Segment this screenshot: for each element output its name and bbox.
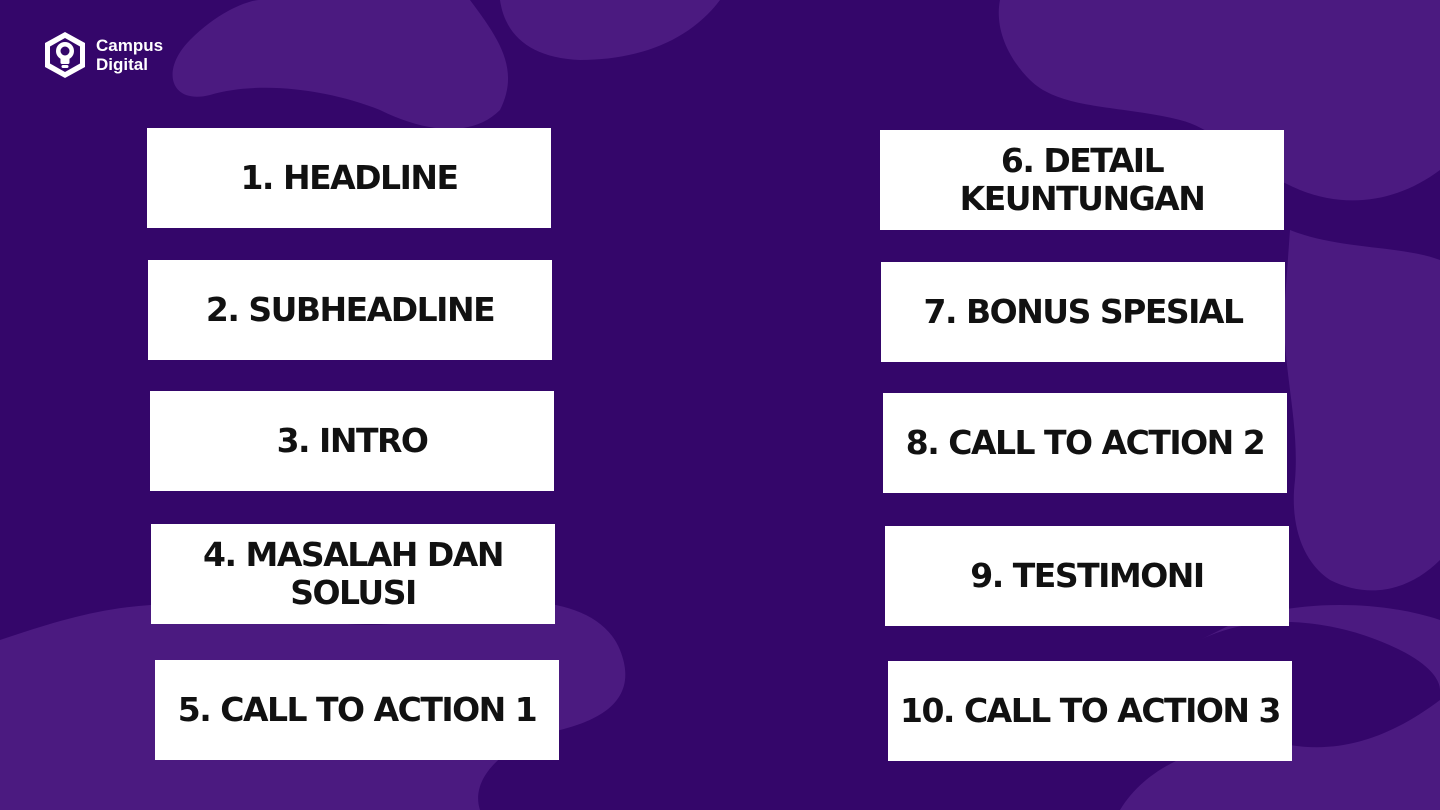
item-label: 4. MASALAH DAN SOLUSI: [203, 535, 504, 612]
item-card-2[interactable]: 2. SUBHEADLINE: [148, 260, 552, 360]
lightbulb-hexagon-icon: [45, 32, 85, 78]
item-card-10[interactable]: 10. CALL TO ACTION 3: [888, 661, 1292, 761]
item-card-1[interactable]: 1. HEADLINE: [147, 128, 551, 228]
item-label: 1. HEADLINE: [240, 158, 459, 197]
item-label: 3. INTRO: [276, 421, 429, 460]
item-card-4[interactable]: 4. MASALAH DAN SOLUSI: [151, 524, 555, 624]
item-label: 7. BONUS SPESIAL: [923, 292, 1244, 331]
item-label: 8. CALL TO ACTION 2: [905, 423, 1266, 462]
item-card-5[interactable]: 5. CALL TO ACTION 1: [155, 660, 559, 760]
brand-name: Campus Digital: [96, 36, 163, 74]
item-label: 9. TESTIMONI: [970, 556, 1205, 595]
item-card-7[interactable]: 7. BONUS SPESIAL: [881, 262, 1285, 362]
item-card-3[interactable]: 3. INTRO: [150, 391, 554, 491]
item-label: 5. CALL TO ACTION 1: [177, 690, 538, 729]
item-card-8[interactable]: 8. CALL TO ACTION 2: [883, 393, 1287, 493]
item-card-6[interactable]: 6. DETAIL KEUNTUNGAN: [880, 130, 1284, 230]
item-label: 10. CALL TO ACTION 3: [900, 691, 1281, 730]
item-label: 2. SUBHEADLINE: [205, 290, 496, 329]
brand-name-line2: Digital: [96, 55, 148, 74]
brand-logo[interactable]: Campus Digital: [42, 30, 163, 80]
item-card-9[interactable]: 9. TESTIMONI: [885, 526, 1289, 626]
item-label: 6. DETAIL KEUNTUNGAN: [959, 141, 1206, 218]
brand-name-line1: Campus: [96, 36, 164, 55]
